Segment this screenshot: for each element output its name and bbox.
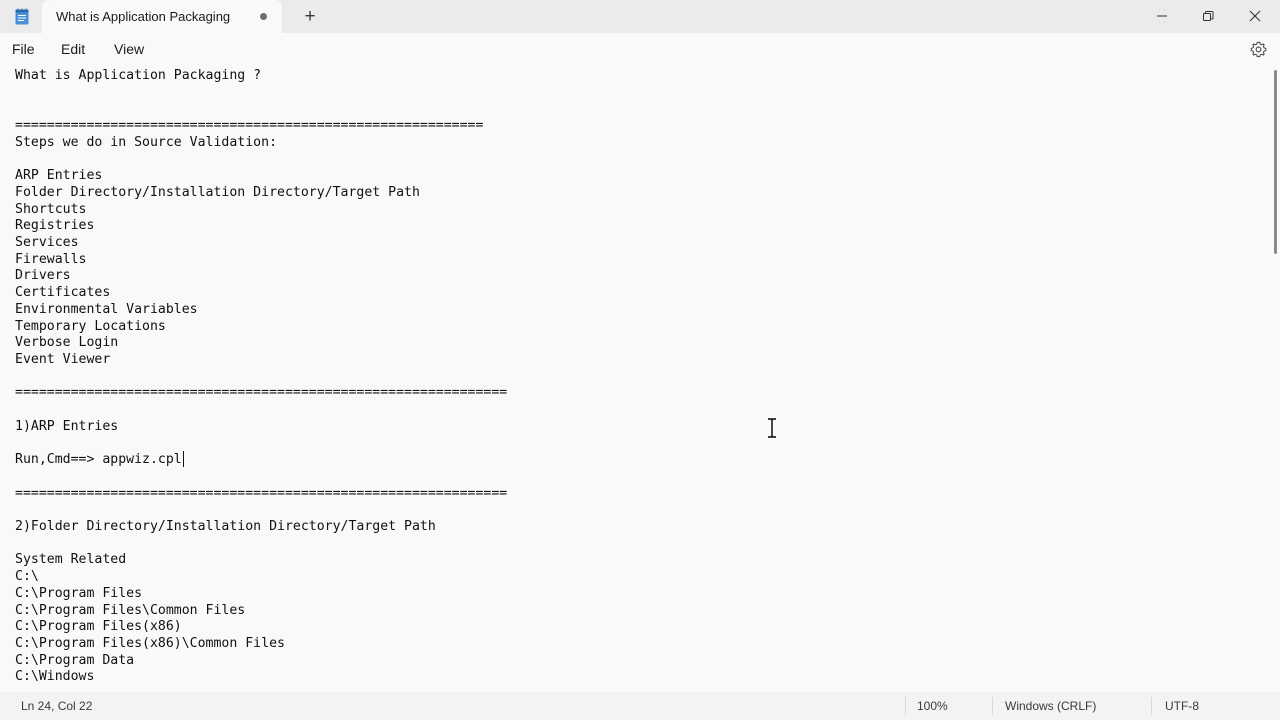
document-tab[interactable]: What is Application Packaging: [42, 0, 282, 33]
close-button[interactable]: [1232, 0, 1278, 33]
gear-icon[interactable]: [1250, 41, 1267, 58]
cursor-position: Ln 24, Col 22: [21, 699, 93, 713]
menu-file[interactable]: File: [12, 41, 35, 57]
title-bar: What is Application Packaging +: [0, 0, 1280, 33]
ibeam-cursor-icon: [768, 418, 776, 438]
close-icon: [1249, 10, 1261, 22]
menu-view[interactable]: View: [114, 41, 144, 57]
minimize-button[interactable]: [1139, 0, 1185, 33]
zoom-level[interactable]: 100%: [917, 699, 948, 713]
menu-edit[interactable]: Edit: [61, 41, 85, 57]
text-editor[interactable]: What is Application Packaging ? ========…: [0, 66, 1270, 688]
scrollbar-thumb[interactable]: [1274, 70, 1277, 254]
line-ending[interactable]: Windows (CRLF): [1005, 699, 1096, 713]
status-divider: [905, 697, 906, 715]
unsaved-dot-icon[interactable]: [260, 13, 267, 20]
new-tab-button[interactable]: +: [298, 5, 322, 29]
notepad-window: What is Application Packaging + File Edi…: [0, 0, 1280, 720]
restore-icon: [1203, 10, 1214, 21]
minimize-icon: [1157, 15, 1167, 17]
text-caret: [183, 451, 184, 467]
status-divider: [1151, 697, 1152, 715]
tab-title: What is Application Packaging: [56, 9, 231, 24]
menu-bar: File Edit View: [0, 33, 1280, 66]
status-divider: [992, 697, 993, 715]
document-text[interactable]: What is Application Packaging ? ========…: [15, 68, 507, 686]
vertical-scrollbar[interactable]: [1270, 66, 1280, 688]
status-bar: Ln 24, Col 22 100% Windows (CRLF) UTF-8: [0, 692, 1280, 720]
encoding[interactable]: UTF-8: [1165, 699, 1199, 713]
notepad-icon: [15, 8, 29, 25]
restore-button[interactable]: [1185, 0, 1231, 33]
